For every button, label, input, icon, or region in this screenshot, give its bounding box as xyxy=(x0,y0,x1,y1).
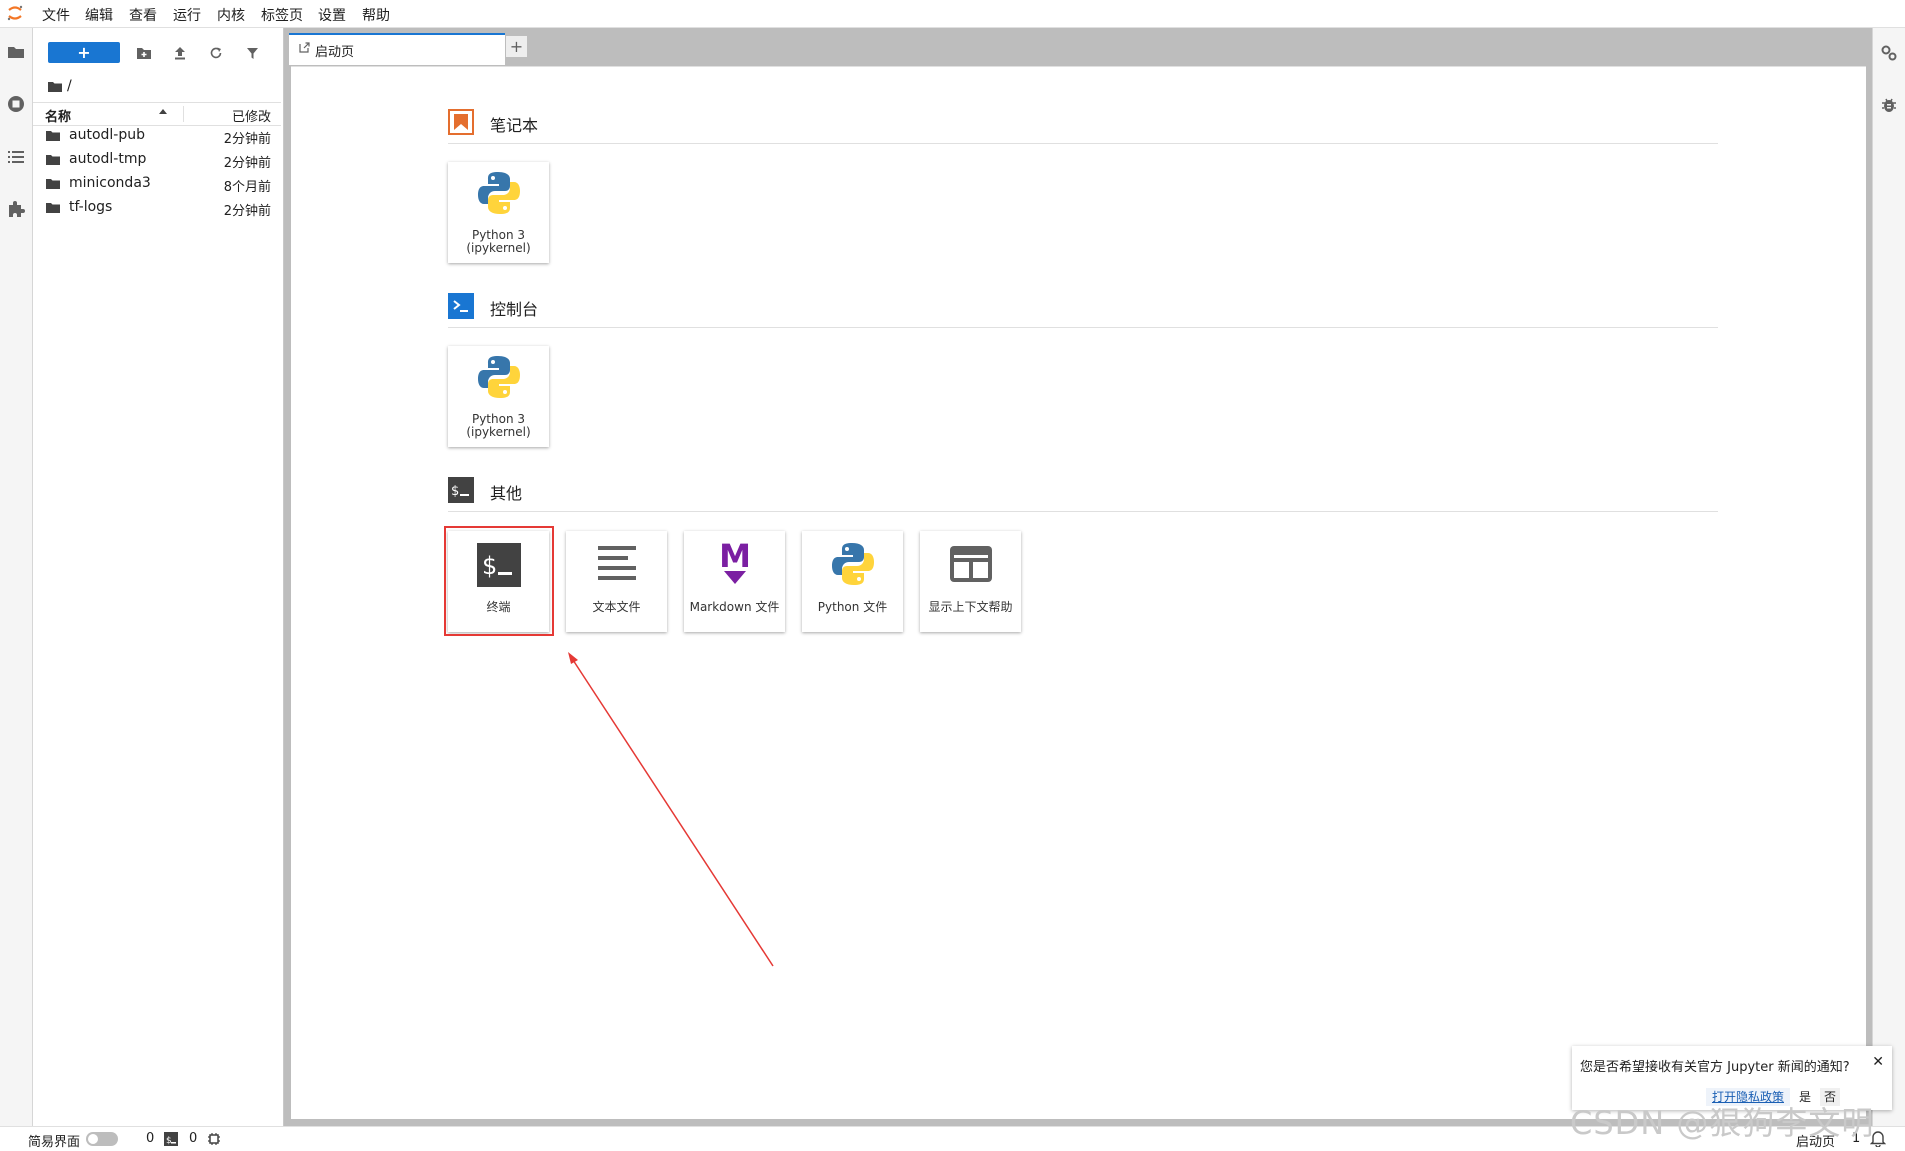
folder-icon xyxy=(46,203,60,213)
console-icon xyxy=(448,293,474,319)
toc-icon[interactable] xyxy=(5,146,27,168)
file-modified: 2分钟前 xyxy=(223,132,271,147)
section-console: 控制台 xyxy=(448,293,1718,328)
menu-view[interactable]: 查看 xyxy=(129,5,157,25)
folder-icon[interactable] xyxy=(5,41,27,63)
property-inspector-icon[interactable] xyxy=(1878,42,1900,64)
section-other: $ 其他 xyxy=(448,477,1718,512)
file-name: tf-logs xyxy=(69,199,113,215)
menu-tabs[interactable]: 标签页 xyxy=(261,5,303,25)
section-notebook: 笔记本 xyxy=(448,109,1718,144)
breadcrumb-root[interactable]: / xyxy=(67,78,72,94)
file-name: autodl-pub xyxy=(69,127,145,143)
tab-launcher[interactable]: 启动页 xyxy=(289,33,505,65)
folder-icon xyxy=(48,81,62,92)
file-modified: 2分钟前 xyxy=(223,204,271,219)
menu-edit[interactable]: 编辑 xyxy=(85,5,113,25)
menu-kernel[interactable]: 内核 xyxy=(217,5,245,25)
python-logo-icon xyxy=(477,356,520,398)
file-row[interactable]: tf-logs 2分钟前 xyxy=(33,196,281,220)
extension-icon[interactable] xyxy=(5,198,27,220)
file-browser: + / 名称 已修改 autodl-pub 2分钟前 autodl-tmp 2分… xyxy=(33,28,284,1126)
close-icon[interactable]: ✕ xyxy=(1872,1054,1884,1070)
card-sublabel: (ipykernel) xyxy=(466,241,531,255)
breadcrumb[interactable]: / xyxy=(48,76,72,96)
add-tab-button[interactable]: + xyxy=(505,35,528,58)
svg-text:$: $ xyxy=(451,484,459,499)
right-sidebar xyxy=(1872,28,1905,1126)
svg-text:M: M xyxy=(719,539,751,575)
file-row[interactable]: autodl-pub 2分钟前 xyxy=(33,124,281,148)
upload-icon[interactable] xyxy=(169,42,191,64)
running-icon[interactable] xyxy=(5,93,27,115)
terminal-count[interactable]: 0 xyxy=(146,1131,154,1146)
file-name: miniconda3 xyxy=(69,175,151,191)
kernel-count[interactable]: 0 xyxy=(189,1131,197,1146)
text-file-icon xyxy=(597,546,636,580)
notification-message: 您是否希望接收有关官方 Jupyter 新闻的通知? xyxy=(1580,1060,1850,1075)
new-folder-icon[interactable] xyxy=(133,42,155,64)
menu-help[interactable]: 帮助 xyxy=(362,5,390,25)
filter-icon[interactable] xyxy=(241,42,263,64)
section-title: 其他 xyxy=(490,484,523,503)
jupyter-logo-icon[interactable] xyxy=(6,4,24,22)
card-label: Markdown 文件 xyxy=(689,600,780,614)
refresh-icon[interactable] xyxy=(205,42,227,64)
markdown-file-card[interactable]: M Markdown 文件 xyxy=(684,531,785,632)
notebook-icon xyxy=(448,109,474,135)
context-help-card[interactable]: 显示上下文帮助 xyxy=(920,531,1021,632)
simple-mode-toggle[interactable] xyxy=(86,1132,118,1146)
other-icon: $ xyxy=(448,477,474,503)
python-file-card[interactable]: Python 文件 xyxy=(802,531,903,632)
notebook-python3-card[interactable]: Python 3 (ipykernel) xyxy=(448,162,549,263)
file-modified: 2分钟前 xyxy=(223,156,271,171)
card-label: 文本文件 xyxy=(592,600,641,614)
card-sublabel: (ipykernel) xyxy=(466,425,531,439)
markdown-icon: M xyxy=(719,539,751,584)
menu-run[interactable]: 运行 xyxy=(173,5,201,25)
column-name-header[interactable]: 名称 xyxy=(45,106,71,125)
menu-bar: 文件 编辑 查看 运行 内核 标签页 设置 帮助 xyxy=(0,0,1905,28)
terminal-icon: $ xyxy=(164,1132,178,1146)
card-label: 显示上下文帮助 xyxy=(928,600,1013,614)
file-list-header: 名称 已修改 xyxy=(33,102,281,126)
launcher-tab-icon xyxy=(299,42,310,53)
file-modified: 8个月前 xyxy=(223,180,271,195)
debugger-icon[interactable] xyxy=(1878,94,1900,116)
card-label: Python 文件 xyxy=(817,600,888,614)
svg-text:$: $ xyxy=(166,1136,172,1146)
text-file-card[interactable]: 文本文件 xyxy=(566,531,667,632)
tab-label: 启动页 xyxy=(315,45,355,60)
file-row[interactable]: miniconda3 8个月前 xyxy=(33,172,281,196)
folder-icon xyxy=(46,179,60,189)
new-launcher-button[interactable]: + xyxy=(48,42,120,63)
file-row[interactable]: autodl-tmp 2分钟前 xyxy=(33,148,281,172)
section-title: 笔记本 xyxy=(490,116,539,135)
folder-icon xyxy=(46,131,60,141)
section-title: 控制台 xyxy=(490,300,539,319)
folder-icon xyxy=(46,155,60,165)
annotation-highlight-box xyxy=(444,526,554,636)
kernel-icon xyxy=(208,1133,220,1145)
console-python3-card[interactable]: Python 3 (ipykernel) xyxy=(448,346,549,447)
menu-file[interactable]: 文件 xyxy=(42,5,70,25)
file-name: autodl-tmp xyxy=(69,151,147,167)
sort-ascending-icon[interactable] xyxy=(158,107,168,117)
simple-mode-label: 简易界面 xyxy=(28,1135,81,1150)
column-divider xyxy=(183,106,184,122)
menu-settings[interactable]: 设置 xyxy=(318,5,346,25)
python-logo-icon xyxy=(477,172,520,214)
left-sidebar xyxy=(0,28,33,1126)
context-help-icon xyxy=(949,546,992,582)
column-modified-header[interactable]: 已修改 xyxy=(232,106,271,125)
watermark-text: CSDN @狠狗李文明 xyxy=(1570,1104,1875,1142)
python-logo-icon xyxy=(831,543,874,585)
